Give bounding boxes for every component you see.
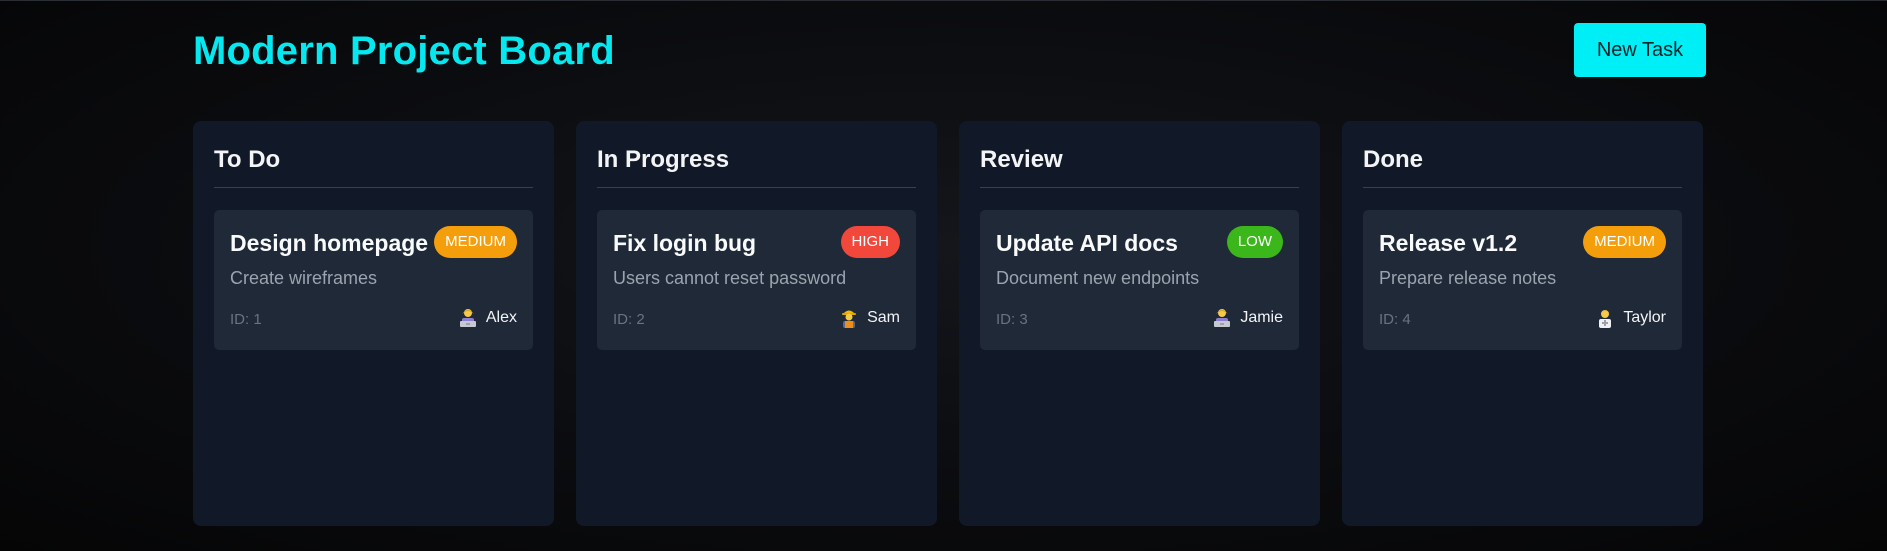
construction-worker-icon bbox=[842, 310, 857, 329]
card-description: Document new endpoints bbox=[996, 268, 1200, 289]
card-title: Release v1.2 bbox=[1379, 230, 1518, 257]
assignee-name: Taylor bbox=[1623, 309, 1666, 327]
column-title: In Progress bbox=[597, 146, 916, 189]
card-id: ID: 4 bbox=[1379, 311, 1411, 329]
assignee: Alex bbox=[459, 308, 517, 328]
page-title: Modern Project Board bbox=[193, 29, 615, 73]
task-card[interactable]: Update API docs LOW Document new endpoin… bbox=[980, 210, 1299, 351]
column-in-progress: In Progress Fix login bug HIGH Users can… bbox=[576, 121, 937, 526]
assignee-name: Sam bbox=[867, 309, 900, 327]
card-description: Users cannot reset password bbox=[613, 268, 847, 289]
card-title: Fix login bug bbox=[613, 230, 757, 257]
priority-badge: MEDIUM bbox=[434, 226, 517, 259]
board-header: Modern Project Board New Task bbox=[193, 23, 1706, 78]
health-worker-icon bbox=[1599, 310, 1612, 329]
card-title: Update API docs bbox=[996, 230, 1178, 257]
column-title: To Do bbox=[214, 146, 533, 189]
person-at-computer-icon bbox=[459, 309, 476, 328]
column-done: Done Release v1.2 MEDIUM Prepare release… bbox=[1342, 121, 1703, 526]
card-description: Prepare release notes bbox=[1379, 268, 1557, 289]
column-todo: To Do Design homepage MEDIUM Create wire… bbox=[193, 121, 554, 526]
card-id: ID: 3 bbox=[996, 311, 1028, 329]
priority-badge: HIGH bbox=[840, 226, 900, 259]
column-review: Review Update API docs LOW Document new … bbox=[959, 121, 1320, 526]
card-id: ID: 1 bbox=[230, 311, 262, 329]
column-title: Review bbox=[980, 146, 1299, 189]
task-card[interactable]: Fix login bug HIGH Users cannot reset pa… bbox=[597, 210, 916, 351]
card-title: Design homepage bbox=[230, 230, 429, 257]
card-description: Create wireframes bbox=[230, 268, 378, 289]
card-id: ID: 2 bbox=[613, 311, 645, 329]
assignee-name: Jamie bbox=[1240, 309, 1283, 327]
person-at-computer-icon bbox=[1214, 309, 1231, 328]
assignee: Sam bbox=[840, 308, 900, 329]
assignee: Taylor bbox=[1596, 308, 1666, 329]
priority-badge: MEDIUM bbox=[1583, 226, 1666, 259]
new-task-button[interactable]: New Task bbox=[1574, 23, 1706, 77]
priority-badge: LOW bbox=[1226, 226, 1283, 259]
task-card[interactable]: Release v1.2 MEDIUM Prepare release note… bbox=[1363, 210, 1682, 351]
task-card[interactable]: Design homepage MEDIUM Create wireframes… bbox=[214, 210, 533, 351]
kanban-board: To Do Design homepage MEDIUM Create wire… bbox=[193, 121, 1706, 526]
column-title: Done bbox=[1363, 146, 1682, 189]
assignee-name: Alex bbox=[485, 309, 517, 327]
assignee: Jamie bbox=[1213, 308, 1283, 328]
